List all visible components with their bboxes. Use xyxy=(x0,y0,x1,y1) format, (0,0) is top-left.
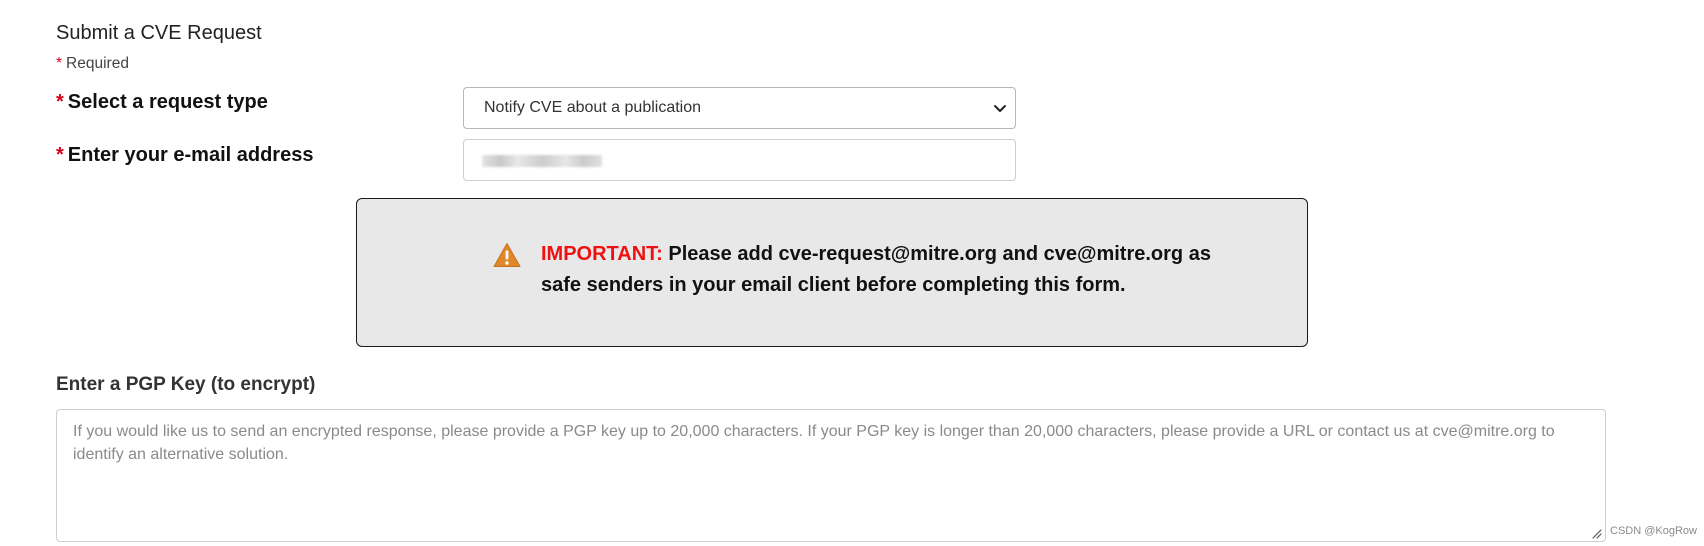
resize-handle-icon[interactable] xyxy=(1590,527,1602,539)
warning-triangle-icon xyxy=(493,243,521,267)
watermark: CSDN @KogRow xyxy=(1610,525,1697,537)
required-star: * xyxy=(56,91,64,113)
request-type-label: * Select a request type xyxy=(56,89,268,115)
chevron-down-icon xyxy=(994,105,1006,112)
important-label: IMPORTANT: xyxy=(541,243,663,265)
required-star: * xyxy=(56,144,64,166)
required-note-text: Required xyxy=(66,55,129,72)
redacted-email-value xyxy=(482,155,602,167)
pgp-key-label: Enter a PGP Key (to encrypt) xyxy=(56,374,316,395)
email-label-text: Enter your e-mail address xyxy=(67,144,314,166)
form-title: Submit a CVE Request xyxy=(56,22,262,44)
pgp-key-textarea[interactable] xyxy=(56,409,1606,542)
email-label: * Enter your e-mail address xyxy=(56,142,313,168)
cve-request-form-page: Submit a CVE Request * Required * Select a… xyxy=(0,0,1704,546)
request-type-label-text: Select a request type xyxy=(67,91,268,113)
request-type-selected-value: Notify CVE about a publication xyxy=(484,99,702,116)
required-star: * xyxy=(56,55,63,72)
required-note: * Required xyxy=(56,54,129,74)
alert-message: IMPORTANT: Please add cve-request@mitre.… xyxy=(541,239,1221,301)
request-type-select[interactable]: Notify CVE about a publication xyxy=(463,87,1016,129)
